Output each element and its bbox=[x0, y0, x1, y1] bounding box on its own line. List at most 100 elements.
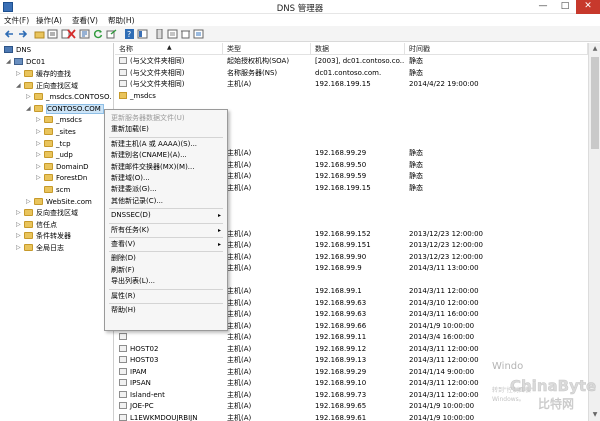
cell-text: 192.168.99.13 bbox=[315, 356, 367, 364]
expand-icon[interactable]: ▷ bbox=[36, 127, 41, 137]
forward-icon[interactable] bbox=[17, 29, 28, 39]
tree-item[interactable]: ▷ ForestDn bbox=[36, 173, 87, 183]
context-menu-item[interactable]: 查看(V) ▸ bbox=[105, 239, 227, 250]
cell-type: 主机(A) bbox=[227, 240, 311, 251]
list-icon[interactable] bbox=[47, 29, 58, 39]
tree-server[interactable]: ◢ DC01 bbox=[6, 57, 45, 67]
context-menu-item[interactable]: 刷新(F) bbox=[105, 265, 227, 276]
cell-text: 2014/3/11 12:00:00 bbox=[409, 390, 479, 399]
view-icon[interactable] bbox=[137, 29, 148, 39]
tree-root-dns[interactable]: DNS bbox=[4, 45, 31, 55]
column-name[interactable]: 名称 ▲ bbox=[115, 43, 223, 55]
cell-type: 主机(A) bbox=[227, 401, 311, 412]
tree-item[interactable]: ▷ WebSite.com bbox=[26, 197, 92, 207]
expand-icon[interactable]: ▷ bbox=[36, 162, 41, 172]
table-row[interactable]: _msdcs bbox=[115, 91, 588, 102]
menu-item-label: 新建别名(CNAME)(A)... bbox=[111, 151, 187, 160]
tree-item[interactable]: ▷ 条件转发器 bbox=[16, 231, 71, 241]
collapse-icon[interactable]: ◢ bbox=[6, 57, 11, 67]
column-type[interactable]: 类型 bbox=[223, 43, 311, 55]
context-menu-item[interactable]: 新建域(O)... bbox=[105, 173, 227, 184]
table-row[interactable]: (与父文件夹相同) 主机(A) 192.168.199.15 2014/4/22 19… bbox=[115, 79, 588, 90]
expand-icon[interactable]: ▷ bbox=[16, 231, 21, 241]
tree-item[interactable]: ▷ 缓存的查找 bbox=[16, 69, 71, 79]
menu-item-label: 所有任务(K) bbox=[111, 225, 150, 234]
tree-item[interactable]: ▷ _sites bbox=[36, 127, 76, 137]
maximize-button[interactable]: □ bbox=[554, 0, 576, 14]
tree-item[interactable]: ▷ _msdcs.CONTOSO. bbox=[26, 92, 111, 102]
menu-item-label: 查看(V) bbox=[111, 240, 136, 248]
context-menu-item[interactable]: 新建别名(CNAME)(A)... bbox=[105, 150, 227, 161]
context-menu-item[interactable]: 所有任务(K) ▸ bbox=[105, 225, 227, 236]
export-icon[interactable] bbox=[106, 29, 117, 39]
context-menu-item[interactable]: 新建委派(G)... bbox=[105, 184, 227, 195]
cell-data: 192.168.199.15 bbox=[315, 183, 405, 194]
cell-type: 主机(A) bbox=[227, 378, 311, 389]
expand-icon[interactable]: ▷ bbox=[36, 173, 41, 183]
menu-help[interactable]: 帮助(H) bbox=[108, 15, 135, 26]
cell-text: 主机(A) bbox=[227, 80, 252, 88]
collapse-icon[interactable]: ◢ bbox=[16, 81, 21, 91]
cell-type: 主机(A) bbox=[227, 160, 311, 171]
menu-file[interactable]: 文件(F) bbox=[4, 15, 29, 26]
properties-icon[interactable] bbox=[79, 29, 90, 39]
collapse-icon[interactable]: ◢ bbox=[26, 104, 31, 114]
record-icon bbox=[119, 80, 127, 87]
context-menu-item[interactable]: 其他新记录(C)... bbox=[105, 196, 227, 207]
tree-item[interactable]: ▷ DomainD bbox=[36, 162, 89, 172]
settings-icon[interactable] bbox=[193, 29, 204, 39]
menu-view[interactable]: 查看(V) bbox=[72, 15, 98, 26]
context-menu-item[interactable]: 导出列表(L)... bbox=[105, 276, 227, 287]
refresh-icon[interactable] bbox=[93, 29, 104, 39]
folder-icon[interactable] bbox=[34, 29, 45, 39]
menu-action[interactable]: 操作(A) bbox=[36, 15, 62, 26]
table-row[interactable]: (与父文件夹相同) 名称服务器(NS) dc01.contoso.com. 静态 bbox=[115, 68, 588, 79]
trash-icon[interactable] bbox=[180, 29, 191, 39]
table-row[interactable]: (与父文件夹相同) 起始授权机构(SOA) [2003], dc01.contoso… bbox=[115, 56, 588, 67]
column-data[interactable]: 数据 bbox=[311, 43, 405, 55]
tree-item[interactable]: scm bbox=[44, 185, 70, 195]
tree-item[interactable]: ▷ _tcp bbox=[36, 139, 71, 149]
context-menu-item[interactable]: 新建邮件交换器(MX)(M)... bbox=[105, 162, 227, 173]
expand-icon[interactable]: ▷ bbox=[26, 92, 31, 102]
tree-item[interactable]: ◢ CONTOSO.COM bbox=[26, 103, 104, 114]
context-menu-item[interactable]: 删除(D) bbox=[105, 253, 227, 264]
tree-item[interactable]: ▷ 反向查找区域 bbox=[16, 208, 78, 218]
vertical-scrollbar[interactable]: ▲ ▼ bbox=[588, 43, 600, 421]
expand-icon[interactable]: ▷ bbox=[16, 208, 21, 218]
expand-icon[interactable]: ▷ bbox=[16, 69, 21, 79]
context-menu-item[interactable]: 新建主机(A 或 AAAA)(S)... bbox=[105, 139, 227, 150]
table-row[interactable]: 主机(A) 192.168.99.11 2014/3/4 16:00:00 bbox=[115, 332, 588, 343]
cell-type: 主机(A) bbox=[227, 286, 311, 297]
scroll-up-icon[interactable]: ▲ bbox=[589, 43, 600, 55]
minimize-button[interactable]: — bbox=[532, 0, 554, 14]
help-icon[interactable]: ? bbox=[124, 29, 135, 39]
cell-text: 主机(A) bbox=[227, 241, 252, 249]
expand-icon[interactable]: ▷ bbox=[16, 220, 21, 230]
back-icon[interactable] bbox=[4, 29, 15, 39]
tree-item[interactable]: ▷ _udp bbox=[36, 150, 73, 160]
delete-icon[interactable] bbox=[66, 29, 77, 39]
table-row[interactable]: HOST02 主机(A) 192.168.99.12 2014/3/11 12:00:… bbox=[115, 344, 588, 355]
cell-text: 静态 bbox=[409, 68, 423, 77]
cell-text: (与父文件夹相同) bbox=[130, 68, 185, 77]
context-menu-item[interactable]: 重新加载(E) bbox=[105, 124, 227, 135]
cell-text: 主机(A) bbox=[227, 333, 252, 341]
expand-icon[interactable]: ▷ bbox=[36, 150, 41, 160]
context-menu-item[interactable]: 帮助(H) bbox=[105, 305, 227, 316]
server-icon[interactable] bbox=[154, 29, 165, 39]
expand-icon[interactable]: ▷ bbox=[36, 115, 41, 125]
tree-item[interactable]: ▷ 信任点 bbox=[16, 220, 57, 230]
expand-icon[interactable]: ▷ bbox=[16, 243, 21, 253]
scroll-thumb[interactable] bbox=[591, 57, 599, 149]
context-menu-item[interactable]: DNSSEC(D) ▸ bbox=[105, 210, 227, 221]
close-button[interactable]: ✕ bbox=[576, 0, 600, 14]
tree-item[interactable]: ▷ _msdcs bbox=[36, 115, 82, 125]
column-timestamp[interactable]: 时间戳 bbox=[405, 43, 588, 55]
tree-item[interactable]: ▷ 全局日志 bbox=[16, 243, 64, 253]
record-icon[interactable] bbox=[167, 29, 178, 39]
tree-item[interactable]: ◢ 正向查找区域 bbox=[16, 81, 78, 91]
expand-icon[interactable]: ▷ bbox=[26, 197, 31, 207]
expand-icon[interactable]: ▷ bbox=[36, 139, 41, 149]
context-menu-item[interactable]: 属性(R) bbox=[105, 291, 227, 302]
